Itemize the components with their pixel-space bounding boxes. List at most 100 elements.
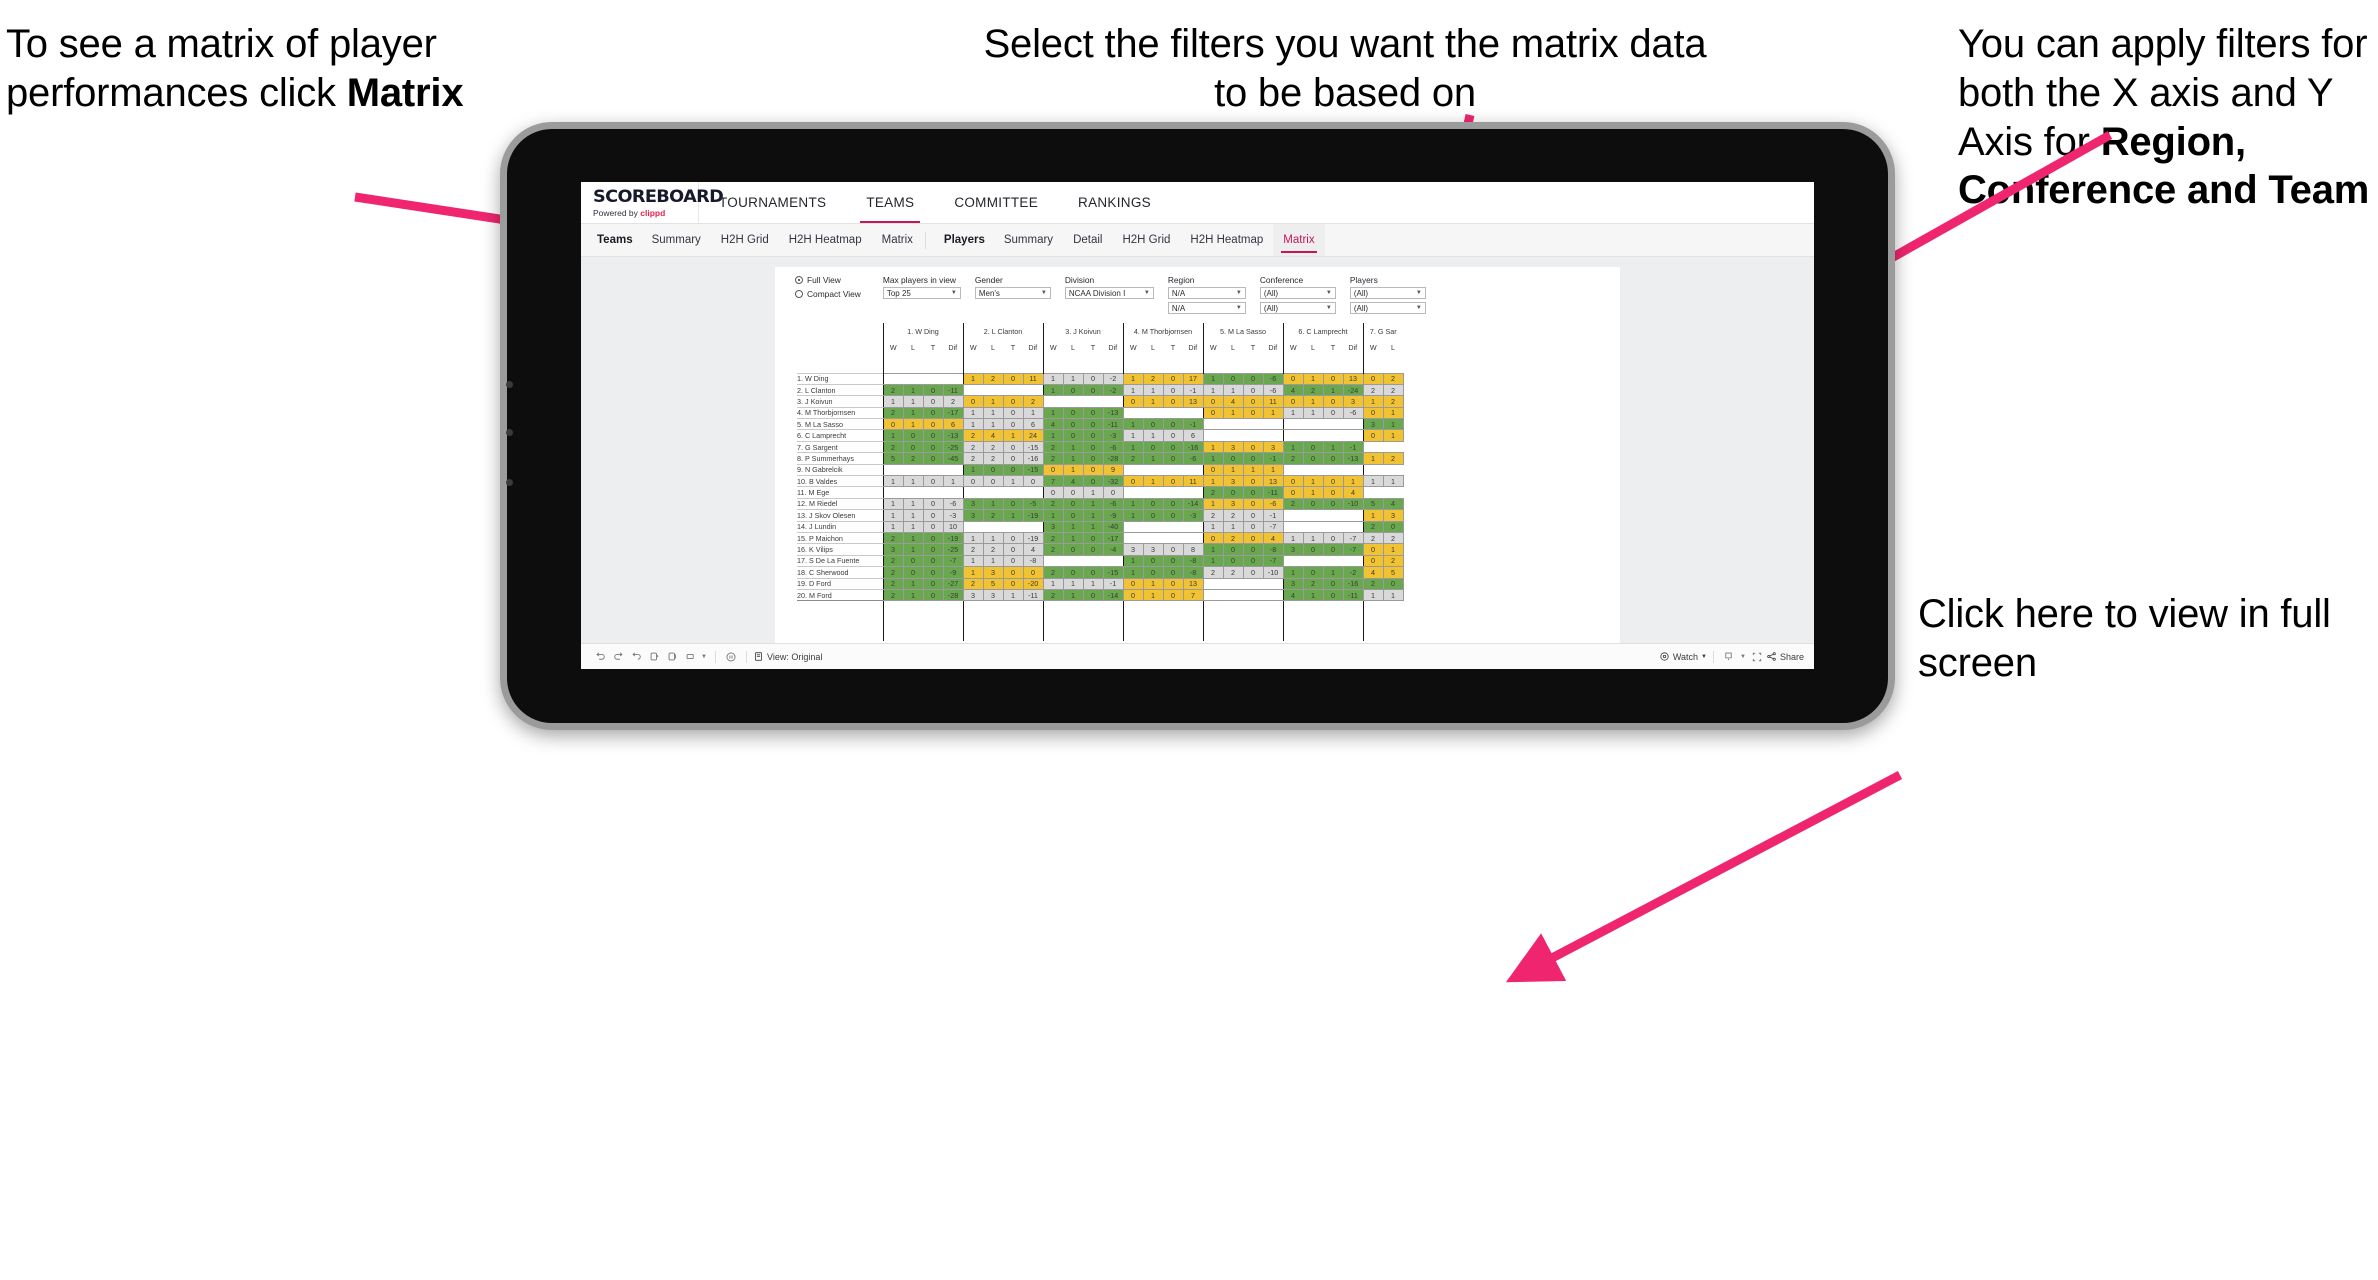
matrix-cell[interactable]: 1: [882, 429, 904, 442]
matrix-cell[interactable]: -17: [1102, 531, 1124, 545]
matrix-cell[interactable]: -6: [1262, 497, 1284, 511]
matrix-cell[interactable]: 2: [1022, 395, 1044, 408]
refresh-icon[interactable]: [645, 648, 663, 666]
matrix-cell[interactable]: 0: [1082, 474, 1104, 488]
matrix-cell[interactable]: 2: [1202, 486, 1224, 499]
matrix-cell[interactable]: 1: [1002, 474, 1024, 488]
matrix-cell[interactable]: 1: [982, 497, 1004, 511]
filter-conference-y-select[interactable]: (All) ▼: [1259, 302, 1336, 314]
matrix-cell[interactable]: 3: [962, 588, 984, 602]
matrix-cell[interactable]: 0: [1022, 474, 1044, 488]
matrix-cell[interactable]: 1: [1202, 497, 1224, 511]
matrix-cell[interactable]: 0: [1222, 543, 1244, 556]
matrix-cell[interactable]: -19: [1022, 531, 1044, 545]
matrix-cell[interactable]: 0: [1222, 372, 1244, 385]
matrix-cell[interactable]: 0: [1002, 395, 1024, 408]
radio-compact-view[interactable]: Compact View: [795, 289, 861, 299]
matrix-cell[interactable]: 0: [1062, 429, 1084, 442]
matrix-cell[interactable]: 2: [982, 543, 1004, 556]
matrix-cell[interactable]: 0: [1282, 474, 1304, 488]
matrix-cell[interactable]: 0: [1082, 531, 1104, 545]
filter-region-x-select[interactable]: N/A ▼: [1167, 287, 1246, 299]
matrix-cell[interactable]: 1: [1302, 531, 1324, 545]
radio-full-view[interactable]: Full View: [795, 275, 861, 285]
matrix-cell[interactable]: 3: [1222, 497, 1244, 511]
matrix-cell[interactable]: -11: [1342, 588, 1364, 602]
matrix-cell[interactable]: 0: [1162, 566, 1184, 579]
matrix-cell[interactable]: 2: [1362, 520, 1384, 533]
matrix-cell[interactable]: 2: [882, 566, 904, 579]
matrix-cell[interactable]: 1: [982, 395, 1004, 408]
matrix-cell[interactable]: 0: [1002, 531, 1024, 545]
matrix-cell[interactable]: 4: [1262, 531, 1284, 545]
matrix-cell[interactable]: 0: [1062, 543, 1084, 556]
matrix-cell[interactable]: -8: [1022, 554, 1044, 568]
matrix-cell[interactable]: -1: [1262, 452, 1284, 465]
matrix-cell[interactable]: 1: [1082, 486, 1104, 499]
matrix-cell[interactable]: 0: [1002, 440, 1024, 454]
matrix-cell[interactable]: -7: [1342, 543, 1364, 556]
matrix-cell[interactable]: -1: [1262, 509, 1284, 522]
matrix-cell[interactable]: -9: [942, 566, 964, 579]
matrix-cell[interactable]: 1: [882, 520, 904, 533]
matrix-cell[interactable]: 1: [1382, 474, 1404, 488]
matrix-cell[interactable]: 1: [882, 509, 904, 522]
matrix-cell[interactable]: 3: [1282, 577, 1304, 590]
matrix-cell[interactable]: 0: [1202, 406, 1224, 420]
matrix-cell[interactable]: 0: [1122, 474, 1144, 488]
matrix-cell[interactable]: 1: [902, 497, 924, 511]
matrix-cell[interactable]: 0: [1142, 509, 1164, 522]
matrix-cell[interactable]: 1: [1082, 577, 1104, 590]
matrix-cell[interactable]: 2: [942, 395, 964, 408]
matrix-cell[interactable]: -11: [942, 383, 964, 397]
matrix-cell[interactable]: -6: [1182, 452, 1204, 465]
matrix-cell[interactable]: 1: [1202, 554, 1224, 568]
matrix-cell[interactable]: 2: [882, 406, 904, 420]
matrix-cell[interactable]: 1: [902, 383, 924, 397]
matrix-cell[interactable]: 0: [1162, 452, 1184, 465]
shape-icon[interactable]: [681, 648, 699, 666]
matrix-cell[interactable]: 1: [1042, 577, 1064, 590]
matrix-cell[interactable]: 1: [1202, 440, 1224, 454]
matrix-cell[interactable]: 1: [1382, 429, 1404, 442]
matrix-cell[interactable]: 4: [1062, 474, 1084, 488]
matrix-cell[interactable]: 0: [1162, 418, 1184, 431]
matrix-cell[interactable]: 0: [962, 474, 984, 488]
matrix-cell[interactable]: -28: [1102, 452, 1124, 465]
matrix-cell[interactable]: -28: [942, 588, 964, 602]
matrix-cell[interactable]: 0: [1362, 554, 1384, 568]
matrix-cell[interactable]: 2: [1382, 383, 1404, 397]
matrix-cell[interactable]: -7: [1262, 554, 1284, 568]
matrix-cell[interactable]: 1: [1302, 486, 1324, 499]
matrix-cell[interactable]: 1: [962, 418, 984, 431]
matrix-cell[interactable]: 1: [1062, 452, 1084, 465]
matrix-cell[interactable]: 1: [902, 543, 924, 556]
matrix-cell[interactable]: -8: [1182, 554, 1204, 568]
teams-tab-h2h-heatmap[interactable]: H2H Heatmap: [779, 224, 872, 256]
matrix-cell[interactable]: -1: [1102, 577, 1124, 590]
matrix-cell[interactable]: -6: [1262, 372, 1284, 385]
matrix-cell[interactable]: 0: [1082, 463, 1104, 477]
matrix-cell[interactable]: 0: [1362, 543, 1384, 556]
matrix-cell[interactable]: 0: [1302, 497, 1324, 511]
matrix-cell[interactable]: 2: [982, 372, 1004, 385]
matrix-cell[interactable]: 1: [1222, 383, 1244, 397]
matrix-cell[interactable]: 0: [1082, 588, 1104, 602]
matrix-cell[interactable]: 1: [1122, 554, 1144, 568]
matrix-cell[interactable]: 0: [1322, 474, 1344, 488]
matrix-cell[interactable]: 0: [1062, 486, 1084, 499]
matrix-cell[interactable]: 0: [1142, 554, 1164, 568]
matrix-cell[interactable]: 0: [1142, 418, 1164, 431]
matrix-cell[interactable]: 3: [962, 509, 984, 522]
matrix-cell[interactable]: 1: [1002, 429, 1024, 442]
matrix-cell[interactable]: 0: [1142, 440, 1164, 454]
matrix-cell[interactable]: 1: [1142, 588, 1164, 602]
matrix-cell[interactable]: 3: [1142, 543, 1164, 556]
matrix-cell[interactable]: 2: [962, 452, 984, 465]
matrix-cell[interactable]: 1: [1382, 543, 1404, 556]
matrix-cell[interactable]: 1: [1062, 372, 1084, 385]
matrix-cell[interactable]: 0: [1082, 440, 1104, 454]
matrix-cell[interactable]: -6: [1102, 497, 1124, 511]
brand-logo[interactable]: SCOREBOARD Powered by clippd: [581, 182, 724, 223]
matrix-cell[interactable]: 0: [922, 395, 944, 408]
